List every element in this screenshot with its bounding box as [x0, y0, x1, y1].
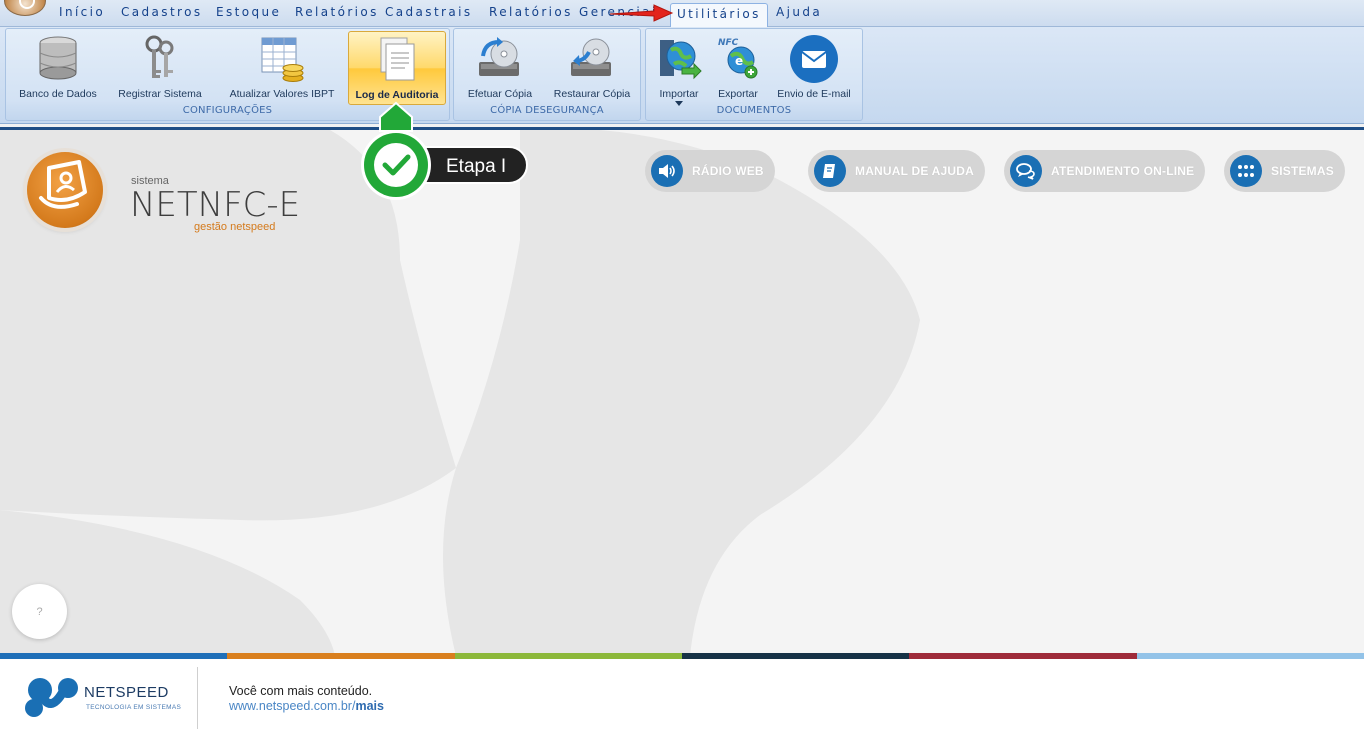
ribbon-group-documentos: Importar NFC e Exportar Envio de E-mail …	[645, 28, 863, 121]
efetuar-copia-label: Efetuar Cópia	[467, 88, 533, 100]
restaurar-copia-label: Restaurar Cópia	[553, 88, 631, 100]
footer-divider	[197, 667, 198, 729]
atualizar-valores-ibpt-button[interactable]: Atualizar Valores IBPT	[222, 31, 342, 105]
brand-name: NETNFC-E	[130, 185, 301, 225]
backup-disc-icon	[479, 37, 519, 76]
svg-text:NFC: NFC	[718, 38, 739, 48]
banco-de-dados-label: Banco de Dados	[19, 88, 97, 100]
ribbon-group-documentos-label: DOCUMENTOS	[716, 105, 792, 116]
envio-de-email-label: Envio de E-mail	[777, 88, 851, 100]
document-log-icon	[380, 37, 415, 81]
annotation-text: Etapa I	[446, 156, 507, 177]
help-label: ?	[36, 605, 43, 618]
radio-web-button[interactable]: RÁDIO WEB	[645, 150, 775, 192]
app-menu-orb[interactable]	[4, 0, 46, 16]
tab-estoque[interactable]: Estoque	[216, 5, 281, 19]
importar-button[interactable]: Importar	[652, 31, 706, 106]
restore-disc-icon	[571, 38, 611, 76]
footer-link-prefix: www.netspeed.com.br/	[229, 699, 356, 713]
netspeed-name: NETSPEED	[84, 684, 169, 701]
manual-de-ajuda-label: MANUAL DE AJUDA	[855, 164, 975, 178]
spreadsheet-coins-icon	[261, 37, 304, 82]
netspeed-subtitle: TECNOLOGIA EM SISTEMAS	[86, 704, 182, 711]
import-globe-icon	[660, 40, 702, 80]
menu-bar: Início Cadastros Estoque Relatórios Cada…	[0, 0, 1364, 27]
atualizar-valores-ibpt-label: Atualizar Valores IBPT	[229, 88, 335, 100]
svg-text:e: e	[735, 54, 743, 68]
database-icon	[39, 36, 77, 80]
footer-link[interactable]: www.netspeed.com.br/mais	[229, 699, 384, 713]
red-arrow-icon	[609, 4, 674, 22]
envio-de-email-button[interactable]: Envio de E-mail	[772, 31, 856, 105]
manual-de-ajuda-button[interactable]: MANUAL DE AJUDA	[808, 150, 985, 192]
footer-link-bold: mais	[355, 699, 384, 713]
chat-icon	[1010, 155, 1042, 187]
ribbon-group-copia-seguranca-label: CÓPIA DESEGURANÇA	[490, 105, 604, 116]
tab-utilitarios[interactable]: Utilitários	[670, 3, 768, 27]
exportar-button[interactable]: NFC e Exportar	[712, 31, 764, 105]
tab-cadastros[interactable]: Cadastros	[121, 5, 203, 19]
grid-dots-icon	[1230, 155, 1262, 187]
footer-tagline: Você com mais conteúdo.	[229, 684, 373, 698]
banco-de-dados-button[interactable]: Banco de Dados	[13, 31, 103, 105]
tab-inicio[interactable]: Início	[59, 5, 105, 19]
book-icon	[814, 155, 846, 187]
tab-ajuda[interactable]: Ajuda	[776, 5, 822, 19]
main-content: sistema NETNFC-E gestão netspeed RÁDIO W…	[0, 127, 1364, 653]
log-de-auditoria-button[interactable]: Log de Auditoria	[348, 31, 446, 105]
footer: NETSPEED TECNOLOGIA EM SISTEMAS Você com…	[0, 659, 1364, 739]
checkmark-icon	[361, 101, 431, 200]
certificate-user-icon	[39, 160, 87, 209]
sistemas-button[interactable]: SISTEMAS	[1224, 150, 1345, 192]
exportar-label: Exportar	[718, 88, 758, 100]
export-nfc-icon: NFC e	[718, 38, 758, 79]
atendimento-on-line-label: ATENDIMENTO ON-LINE	[1051, 164, 1195, 178]
help-button[interactable]: ?	[12, 584, 67, 639]
netspeed-logo-icon	[25, 678, 78, 717]
email-icon	[790, 35, 838, 83]
speaker-icon	[651, 155, 683, 187]
log-de-auditoria-label: Log de Auditoria	[355, 89, 439, 101]
radio-web-label: RÁDIO WEB	[692, 164, 764, 178]
importar-label: Importar	[659, 88, 699, 100]
registrar-sistema-label: Registrar Sistema	[118, 88, 202, 100]
brand-tagline: gestão netspeed	[194, 221, 276, 233]
ribbon: Banco de Dados Registrar Sistema Atualiz…	[0, 27, 1364, 124]
sistemas-label: SISTEMAS	[1271, 164, 1334, 178]
atendimento-on-line-button[interactable]: ATENDIMENTO ON-LINE	[1004, 150, 1205, 192]
restaurar-copia-button[interactable]: Restaurar Cópia	[548, 31, 636, 105]
registrar-sistema-button[interactable]: Registrar Sistema	[114, 31, 206, 105]
efetuar-copia-button[interactable]: Efetuar Cópia	[460, 31, 540, 105]
ribbon-group-copia-seguranca: Efetuar Cópia Restaurar Cópia CÓPIA DESE…	[453, 28, 641, 121]
tab-relatorios-cadastrais[interactable]: Relatórios Cadastrais	[295, 5, 473, 19]
keys-icon	[145, 35, 174, 78]
brand-logo	[27, 152, 103, 228]
